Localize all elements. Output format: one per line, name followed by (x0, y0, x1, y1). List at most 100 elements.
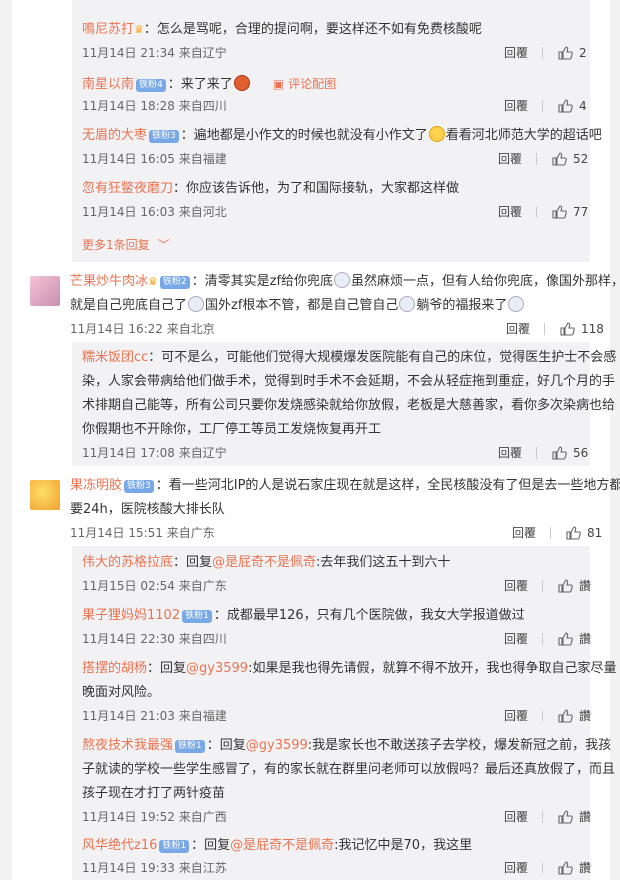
comment-text: 怎么是骂呢，合理的提问啊，要这样还不如有免费核酸呢 (156, 22, 482, 37)
list-item: 鳴尼苏打♛：怎么是骂呢，合理的提问啊，要这样还不如有免费核酸呢 (82, 22, 482, 37)
like-label: 讚 (579, 810, 592, 824)
fan-badge: 铁粉1 (159, 840, 190, 853)
timestamp: 11月14日 16:22 来自北京 (70, 322, 215, 336)
timestamp: 11月14日 18:28 来自四川 (82, 99, 227, 113)
comment-line: 果冻明胶 铁粉3 ：看一些河北IP的人是说石家庄现在就是这样，全民核酸没有了但是去一… (70, 474, 620, 498)
fan-badge: 铁粉3 (149, 130, 179, 143)
like-count: 81 (587, 525, 603, 540)
like-icon[interactable] (565, 525, 581, 541)
emoji-icon (188, 296, 205, 312)
like-label: 讚 (579, 709, 592, 723)
like-icon[interactable] (557, 809, 573, 825)
reply-button[interactable]: 回覆 (498, 444, 522, 461)
vip-icon: ♛ (148, 275, 158, 288)
comment-text: 染，人家会带病给他们做手术，觉得到时手术不会延期，不会从轻症拖到重症，好几个月的… (82, 374, 616, 389)
like-icon[interactable] (557, 578, 573, 594)
comment-text: 看看河北师范大学的超话吧 (445, 128, 602, 143)
list-item: 无眉的大枣 铁粉3 ：遍地都是小作文的时候也就没有小作文了 看看河北师范大学的超话吧 (82, 126, 602, 143)
emoji-icon (233, 75, 250, 91)
comment-line: 芒果炒牛肉冰♛ 铁粉2 ：清零其实是zf给你兜底 虽然麻烦一点，但有人给你兜底，像国外… (70, 270, 620, 294)
comment-text: :去年我们这五十到六十 (316, 555, 451, 570)
avatar[interactable] (30, 480, 60, 510)
like-icon[interactable] (559, 321, 575, 337)
more-replies-link[interactable]: 更多1条回复 ﹀ (82, 236, 170, 253)
mention-link[interactable]: @是屁奇不是佩奇 (230, 838, 334, 853)
right-gutter (610, 0, 620, 880)
reply-button[interactable]: 回覆 (498, 150, 522, 167)
emoji-icon (428, 126, 445, 142)
username[interactable]: 鳴尼苏打 (82, 22, 134, 37)
comment-text: 来了来了 (180, 77, 233, 92)
action-bar: 回覆 讚 (504, 577, 591, 594)
list-item: 搭摆的胡杨：回复@gy3599:如果是我也得先请假，就算不得不放开，我也得争取自… (82, 661, 617, 676)
comment-text: :如果是我也得先请假，就算不得不放开，我也得争取自己家尽量 (248, 661, 617, 676)
like-label: 讚 (579, 579, 592, 593)
chevron-down-icon: ﹀ (157, 238, 170, 252)
action-bar: 回覆 讚 (504, 859, 591, 876)
timestamp: 11月14日 17:08 来自辽宁 (82, 446, 227, 460)
reply-button[interactable]: 回覆 (504, 97, 528, 114)
action-bar: 回覆 56 (498, 444, 588, 461)
like-count: 56 (573, 445, 589, 460)
username[interactable]: 糯米饭团cc (82, 350, 148, 365)
like-label: 讚 (579, 632, 592, 646)
emoji-icon (508, 296, 525, 312)
reply-button[interactable]: 回覆 (504, 44, 528, 61)
comment-text: 就是自己兜底自己了 (70, 298, 188, 313)
vip-icon: ♛ (134, 23, 144, 36)
emoji-icon (399, 296, 416, 312)
username[interactable]: 搭摆的胡杨 (82, 661, 147, 676)
comment-text: 虽然麻烦一点，但有人给你兜底，像国外那样， (351, 274, 620, 289)
reply-button[interactable]: 回覆 (504, 630, 528, 647)
comment-text: ：看一些河北IP的人是说石家庄现在就是这样，全民核酸没有了但是去一些地方都 (155, 478, 620, 493)
reply-button[interactable]: 回覆 (498, 203, 522, 220)
comment-text: 孩子现在才打了两针疫苗 (82, 786, 226, 801)
username[interactable]: 伟大的苏格拉底 (82, 555, 173, 570)
comment-text: :我是家长也不敢送孩子去学校，爆发新冠之前，我孩 (307, 738, 612, 753)
avatar[interactable] (30, 276, 60, 306)
comment-text: :我记忆中是70，我这里 (334, 838, 473, 853)
list-item: 果子狸妈妈1102 铁粉1 ：成都最早126，只有几个医院做，我女大学报道做过 (82, 604, 525, 628)
timestamp: 11月14日 21:34 来自辽宁 (82, 46, 227, 60)
reply-button[interactable]: 回覆 (506, 320, 530, 337)
fan-badge: 铁粉4 (136, 79, 166, 92)
action-bar: 回覆 118 (506, 320, 604, 337)
username[interactable]: 忽有狂鳖夜磨刀 (82, 181, 173, 196)
reply-button[interactable]: 回覆 (504, 859, 528, 876)
username[interactable]: 无眉的大枣 (82, 128, 147, 143)
mention-link[interactable]: @gy3599 (186, 661, 248, 676)
action-bar: 回覆 2 (504, 44, 587, 61)
username[interactable]: 芒果炒牛肉冰 (70, 274, 148, 289)
like-icon[interactable] (557, 631, 573, 647)
mention-link[interactable]: @gy3599 (246, 738, 308, 753)
like-label: 讚 (579, 861, 592, 875)
reply-button[interactable]: 回覆 (504, 707, 528, 724)
reply-button[interactable]: 回覆 (504, 577, 528, 594)
username[interactable]: 果冻明胶 (70, 478, 122, 493)
comment-line: 就是自己兜底自己了 国外zf根本不管，都是自己管自己 躺爷的福报来了 (70, 294, 525, 318)
comment-text: 晚面对风险。 (82, 685, 161, 700)
like-icon[interactable] (551, 445, 567, 461)
comment-text: 要24h，医院核酸大排长队 (70, 502, 225, 517)
username[interactable]: 果子狸妈妈1102 (82, 608, 180, 623)
like-icon[interactable] (557, 708, 573, 724)
comment-image-link[interactable]: 评论配图 (288, 77, 336, 91)
comment-text: 躺爷的福报来了 (416, 298, 508, 313)
comment-feed: 鳴尼苏打♛：怎么是骂呢，合理的提问啊，要这样还不如有免费核酸呢 11月14日 2… (0, 0, 620, 880)
reply-button[interactable]: 回覆 (512, 524, 536, 541)
comment-text: 遍地都是小作文的时候也就没有小作文了 (193, 128, 428, 143)
fan-badge: 铁粉2 (159, 276, 190, 289)
list-item: 风华绝代z16 铁粉1 ：回复@是屁奇不是佩奇:我记忆中是70，我这里 (82, 838, 473, 853)
like-icon[interactable] (551, 204, 567, 220)
like-icon[interactable] (557, 98, 573, 114)
fan-badge: 铁粉3 (124, 480, 154, 493)
list-item: 糯米饭团cc：可不是么，可能他们觉得大规模爆发医院能有自己的床位，觉得医生护士不… (82, 346, 616, 370)
like-icon[interactable] (557, 860, 573, 876)
username[interactable]: 风华绝代z16 (82, 838, 157, 853)
reply-button[interactable]: 回覆 (504, 808, 528, 825)
mention-link[interactable]: @是屁奇不是佩奇 (212, 555, 316, 570)
username[interactable]: 熬夜技术我最强 (82, 738, 173, 753)
like-icon[interactable] (551, 151, 567, 167)
like-icon[interactable] (557, 45, 573, 61)
username[interactable]: 南星以南 (82, 77, 134, 92)
